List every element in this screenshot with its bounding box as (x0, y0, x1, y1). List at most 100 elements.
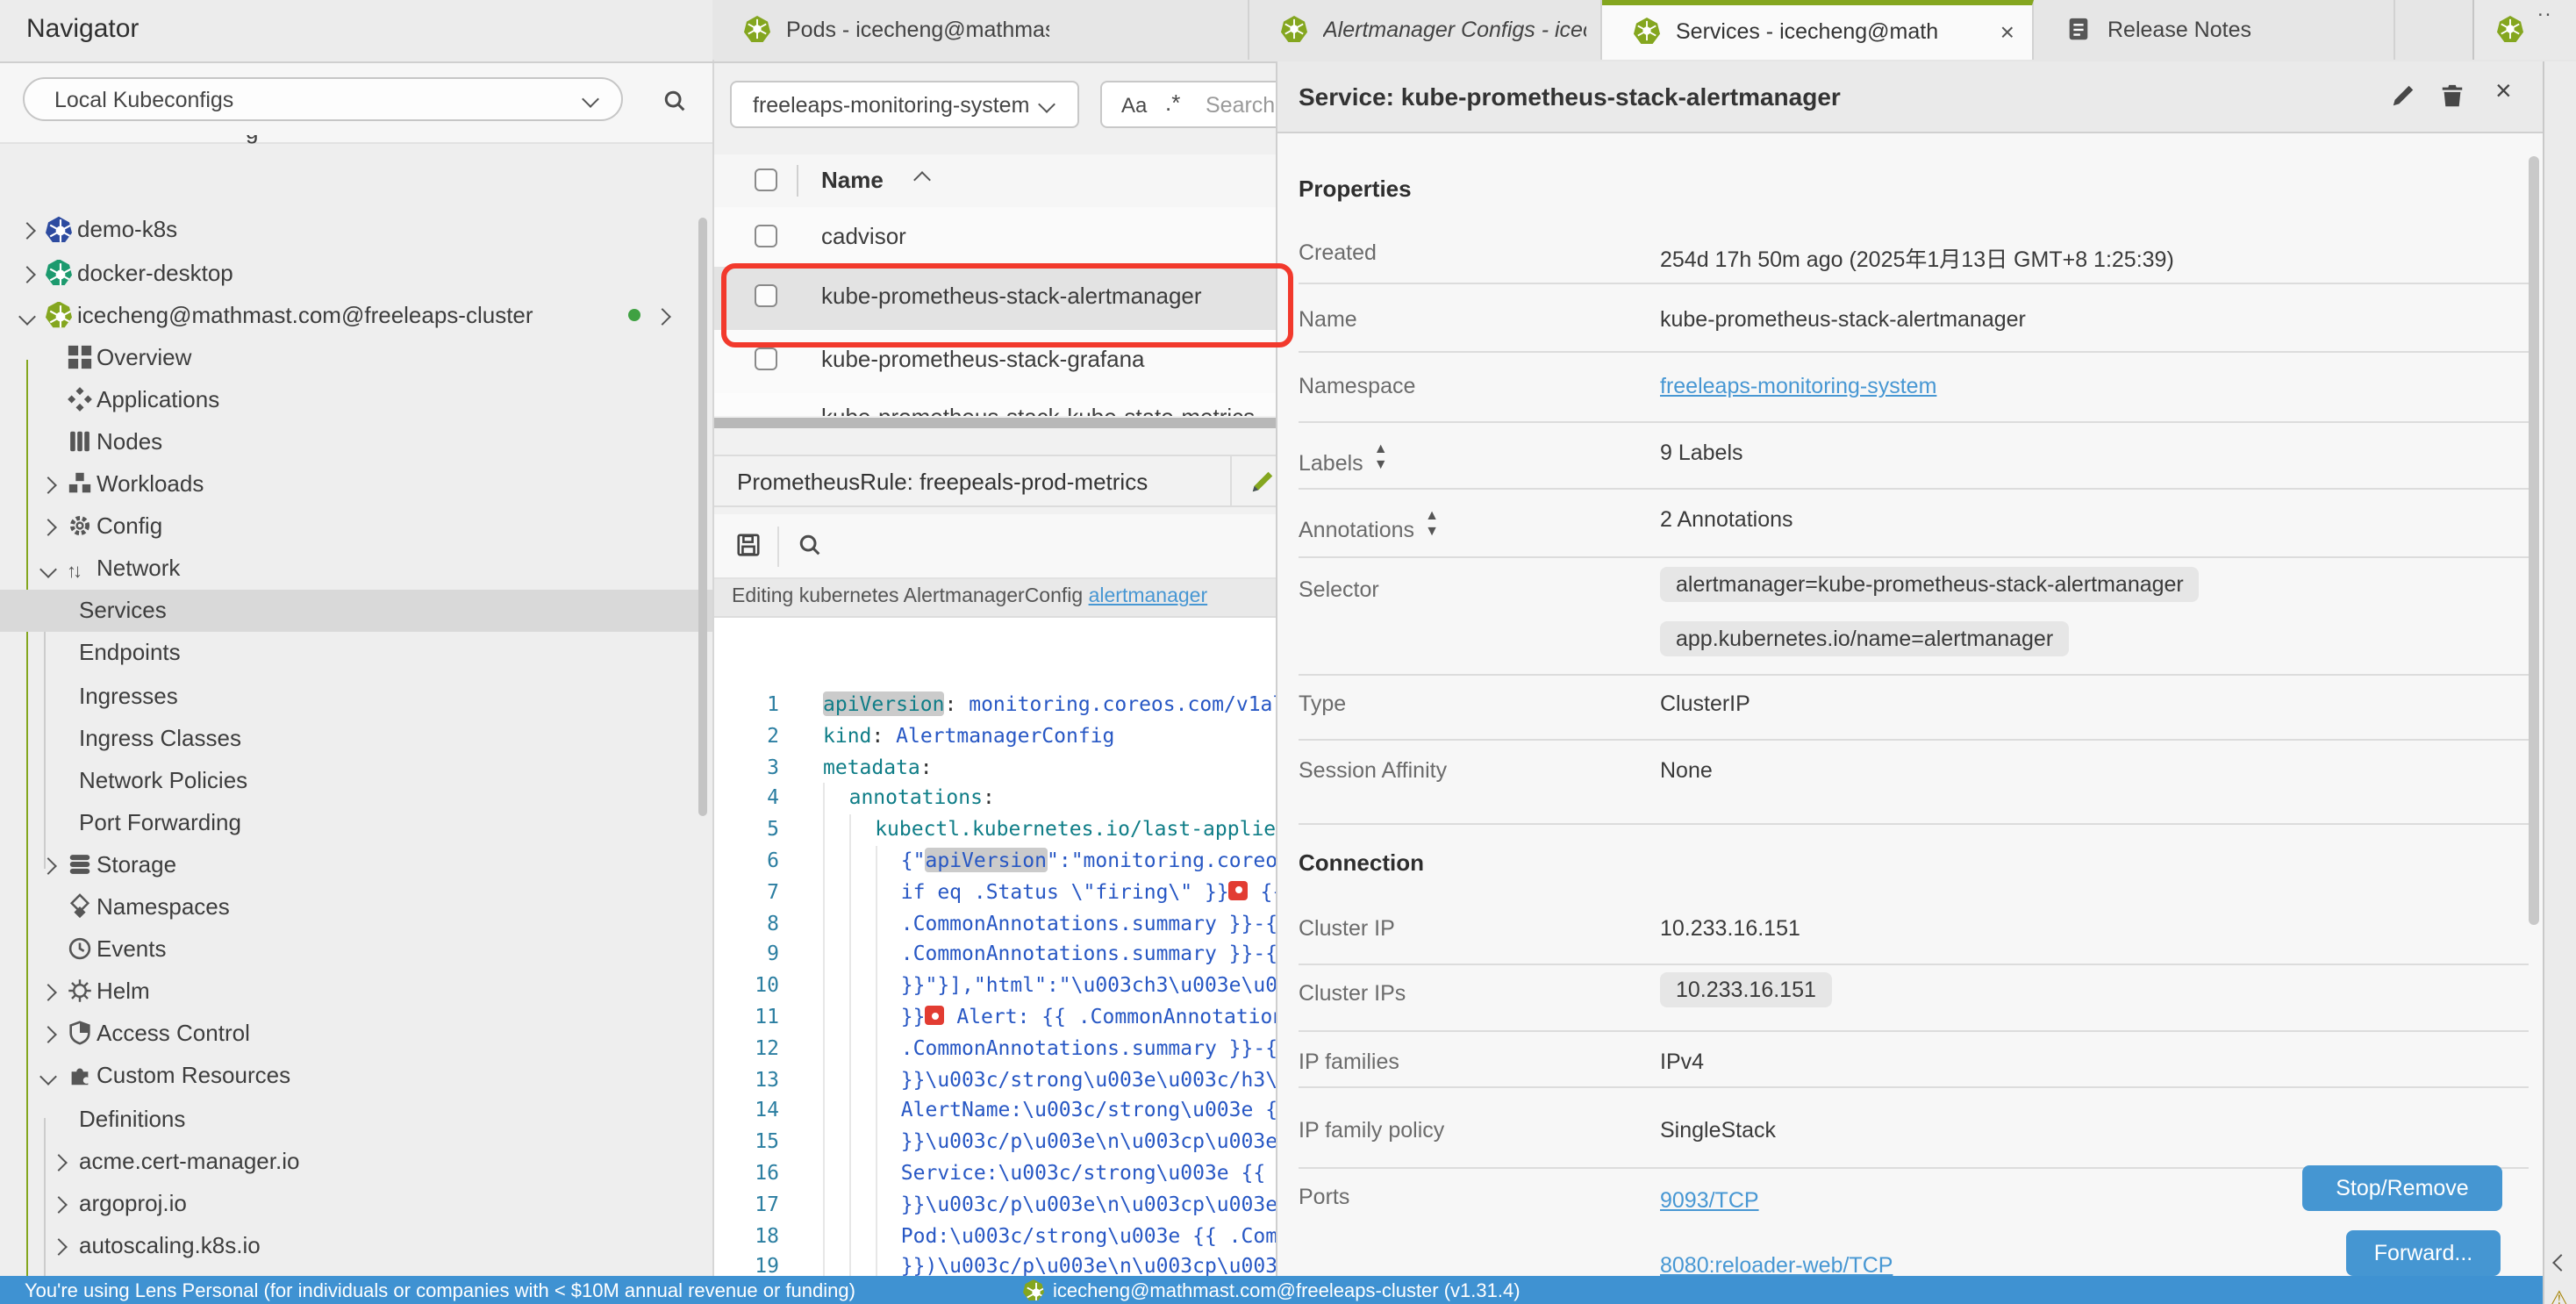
sidebar-item-label: Nodes (97, 428, 162, 455)
namespace-link[interactable]: freeleaps-monitoring-system (1660, 374, 1936, 398)
sidebar-item-endpoints[interactable]: Endpoints (0, 633, 712, 675)
sidebar-item-demo-k8s[interactable]: demo-k8s (0, 210, 712, 252)
properties-heading: Properties (1299, 176, 1412, 202)
table-horizontal-scrollbar[interactable] (712, 418, 1286, 428)
warning-icon[interactable]: ⚠ (2550, 1286, 2569, 1304)
tab-overflow-dots: .. (2537, 0, 2552, 21)
edit-icon[interactable] (2390, 82, 2416, 109)
overflow-tab[interactable] (2472, 0, 2576, 60)
save-icon[interactable] (735, 532, 762, 558)
chevron-right-icon[interactable] (654, 307, 671, 325)
sidebar-item-config[interactable]: Config (0, 505, 712, 548)
line-number: 16 (712, 1158, 779, 1190)
sidebar-item-label: docker-desktop (77, 259, 233, 285)
sidebar-item-network-policies[interactable]: Network Policies (0, 759, 712, 801)
sort-arrows-icon[interactable]: ▲▼ (1425, 507, 1437, 539)
annotations-value: 2 Annotations (1660, 507, 1793, 532)
name-column-header[interactable]: Name (821, 167, 884, 193)
select-all-checkbox[interactable] (755, 168, 777, 191)
sidebar-item-autoscaling-k8s-io[interactable]: autoscaling.k8s.io (0, 1225, 712, 1267)
tab-pods-icecheng-mathmas-[interactable]: Pods - icecheng@mathmas... (712, 0, 1249, 60)
sidebar-item-namespaces[interactable]: Namespaces (0, 886, 712, 928)
editing-resource-link[interactable]: alertmanager (1089, 586, 1208, 607)
chevron-down-icon[interactable] (18, 307, 36, 325)
edit-icon[interactable] (1249, 469, 1276, 495)
sidebar-item-storage[interactable]: Storage (0, 844, 712, 886)
chevron-right-icon[interactable] (39, 1027, 57, 1044)
sidebar-scrollbar[interactable] (698, 218, 707, 816)
sidebar-item-network[interactable]: ↑↓Network (0, 548, 712, 590)
service-name-cell: kube-prometheus-stack-grafana (821, 346, 1145, 372)
partial-tree-item: g (246, 135, 316, 149)
delete-icon[interactable] (2439, 82, 2465, 109)
chevron-right-icon[interactable] (18, 223, 36, 240)
namespace-select[interactable]: freeleaps-monitoring-system (730, 81, 1079, 128)
close-icon[interactable]: × (2495, 77, 2512, 109)
sidebar-item-access-control[interactable]: Access Control (0, 1014, 712, 1056)
sidebar-item-cert-manager-io[interactable]: cert-manager.io (0, 1267, 712, 1276)
close-tab-icon[interactable]: × (2000, 18, 2014, 46)
sidebar-item-label: acme.cert-manager.io (79, 1147, 299, 1173)
stop-remove-button[interactable]: Stop/Remove (2302, 1165, 2502, 1211)
chevron-down-icon[interactable] (39, 1069, 57, 1086)
search-icon[interactable] (797, 532, 823, 558)
drawer-header: Service: kube-prometheus-stack-alertmana… (1277, 61, 2544, 133)
sidebar-item-overview[interactable]: Overview (0, 336, 712, 378)
drawer-scrollbar[interactable] (2529, 156, 2539, 925)
sidebar-item-docker-desktop[interactable]: docker-desktop (0, 252, 712, 294)
match-case-icon[interactable]: Aa (1121, 93, 1147, 118)
sort-arrows-icon[interactable]: ▲▼ (1374, 441, 1386, 472)
sidebar-item-definitions[interactable]: Definitions (0, 1098, 712, 1140)
regex-icon[interactable]: .* (1165, 90, 1180, 116)
chevron-right-icon[interactable] (39, 984, 57, 1001)
tab-services-icecheng-math-[interactable]: Services - icecheng@math...× (1602, 0, 2034, 60)
sidebar-item-argoproj-io[interactable]: argoproj.io (0, 1182, 712, 1224)
forward-button[interactable]: Forward... (2346, 1230, 2501, 1276)
created-label: Created (1299, 240, 1377, 265)
line-number: 19 (712, 1252, 779, 1276)
chevron-right-icon[interactable] (39, 519, 57, 536)
status-bar: You're using Lens Personal (for individu… (0, 1276, 2543, 1304)
sidebar-item-applications[interactable]: Applications (0, 379, 712, 421)
sidebar-item-helm[interactable]: Helm (0, 971, 712, 1013)
line-number: 8 (712, 908, 779, 940)
chevron-right-icon[interactable] (39, 857, 57, 875)
sidebar-item-services[interactable]: Services (0, 591, 712, 633)
chevron-right-icon[interactable] (50, 1195, 68, 1213)
sidebar-item-port-forwarding[interactable]: Port Forwarding (0, 802, 712, 844)
sort-asc-icon[interactable] (913, 171, 931, 189)
session-affinity-value: None (1660, 758, 1713, 783)
nodes-icon (67, 428, 93, 455)
sidebar-item-acme-cert-manager-io[interactable]: acme.cert-manager.io (0, 1140, 712, 1182)
collapse-left-icon[interactable] (2552, 1254, 2570, 1272)
sidebar-item-workloads[interactable]: Workloads (0, 463, 712, 505)
sidebar-item-nodes[interactable]: Nodes (0, 421, 712, 463)
created-value: 254d 17h 50m ago (2025年1月13日 GMT+8 1:25:… (1660, 240, 2174, 274)
chevron-down-icon[interactable] (39, 561, 57, 578)
chevron-right-icon[interactable] (50, 1153, 68, 1171)
row-checkbox[interactable] (755, 347, 777, 370)
kubeconfig-select[interactable]: Local Kubeconfigs (23, 77, 623, 121)
row-checkbox[interactable] (755, 225, 777, 247)
sidebar-item-custom-resources[interactable]: Custom Resources (0, 1056, 712, 1098)
cluster-ip-label: Cluster IP (1299, 916, 1395, 941)
connected-status-dot (628, 308, 640, 320)
license-notice: You're using Lens Personal (for individu… (25, 1281, 855, 1302)
sidebar-item-label: Workloads (97, 470, 204, 497)
sidebar-item-events[interactable]: Events (0, 928, 712, 971)
sidebar-item-label: Services (79, 598, 167, 624)
namespace-select-value: freeleaps-monitoring-system (753, 93, 1029, 118)
line-number: 2 (712, 721, 779, 753)
chevron-down-icon (582, 90, 599, 108)
sidebar-item-label: Endpoints (79, 640, 181, 666)
sidebar-item-ingress-classes[interactable]: Ingress Classes (0, 717, 712, 759)
chevron-right-icon[interactable] (50, 1238, 68, 1256)
ports-label: Ports (1299, 1185, 1349, 1209)
chevron-right-icon[interactable] (18, 265, 36, 283)
tab-release-notes[interactable]: Release Notes (2034, 0, 2395, 60)
sidebar-item-icecheng-mathmast-com-freeleap[interactable]: icecheng@mathmast.com@freeleaps-cluster (0, 294, 712, 336)
tab-alertmanager-configs-ice[interactable]: Alertmanager Configs - icec... (1249, 0, 1602, 60)
chevron-right-icon[interactable] (39, 476, 57, 494)
sidebar-item-ingresses[interactable]: Ingresses (0, 675, 712, 717)
search-icon[interactable] (662, 88, 688, 114)
